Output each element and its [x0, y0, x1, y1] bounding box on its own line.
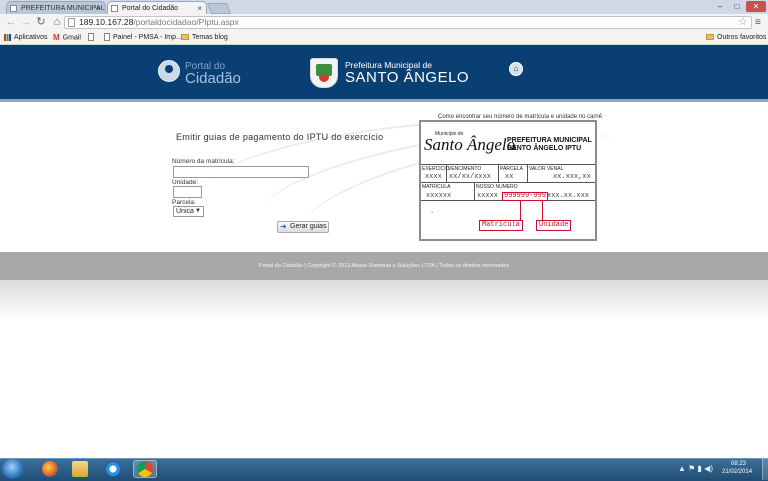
site-header: Portal do Cidadão Prefeitura Municipal d…	[0, 45, 768, 102]
apps-grid-icon	[4, 33, 11, 41]
tab-label: PREFEITURA MUNICIPAL	[21, 5, 105, 12]
clock-time[interactable]: 08:23	[731, 461, 746, 468]
bookmark-label: Outros favoritos	[717, 34, 767, 41]
taskbar-firefox[interactable]	[38, 460, 62, 478]
reload-icon[interactable]: ↻	[34, 14, 48, 31]
parcela-select[interactable]: Única ▼	[173, 206, 204, 217]
carne-divider	[527, 164, 528, 182]
footer-gradient	[0, 280, 768, 320]
bookmark-star-icon[interactable]: ☆	[738, 15, 748, 28]
gerar-guias-button[interactable]: ➜ Gerar guias	[277, 221, 329, 233]
callout-unidade: Unidade	[536, 220, 572, 231]
page-favicon-icon	[111, 5, 118, 12]
parcela-label: Parcela:	[172, 199, 196, 206]
ie-icon	[105, 461, 121, 477]
carne-parcela-label: PARCELA	[500, 166, 523, 172]
back-arrow-icon[interactable]: ←	[4, 14, 18, 31]
carne-prefeitura-line2: SANTO ÂNGELO IPTU	[507, 145, 582, 152]
close-window-button[interactable]: ✕	[746, 1, 766, 12]
carne-vencimento-value: xx/xx/xxxx	[449, 173, 492, 181]
taskbar-explorer[interactable]	[68, 460, 92, 478]
gmail-icon: M	[53, 33, 60, 42]
callout-matricula: Matrícula	[479, 220, 523, 231]
menu-icon[interactable]: ≡	[755, 14, 761, 31]
explorer-folder-icon	[72, 461, 88, 477]
new-tab-button[interactable]	[206, 3, 232, 14]
carne-nosso-numero-prefix: xxxxx	[477, 192, 499, 200]
page-viewport: Portal do Cidadão Prefeitura Municipal d…	[0, 45, 768, 458]
folder-icon	[181, 34, 189, 41]
taskbar-chrome[interactable]	[133, 460, 157, 478]
bookmark-label: Aplicativos	[14, 34, 48, 41]
carne-exercicio-value: xxxx	[425, 173, 442, 181]
bookmark-painel[interactable]	[88, 31, 97, 44]
bookmark-label: Painel - PMSA - Imp...	[113, 34, 182, 41]
carne-example-image: Município de Santo Ângelo PREFEITURA MUN…	[419, 120, 597, 241]
tab-portal-cidadao[interactable]: Portal do Cidadão ×	[107, 1, 207, 14]
parcela-selected-value: Única	[176, 208, 194, 215]
form-title: Emitir guias de pagamento do IPTU do exe…	[176, 132, 384, 142]
carne-exercicio-label: EXERCICIO	[422, 166, 450, 172]
page-favicon-icon	[10, 5, 17, 12]
carne-matricula-label: MATRICULA	[422, 184, 451, 190]
url-path: /portaldocidadao/PIptu.aspx	[133, 17, 239, 27]
carne-nosso-numero-suffix: xxx.xx.xxx	[547, 192, 590, 200]
forward-arrow-icon[interactable]: →	[19, 14, 33, 31]
maximize-button[interactable]: □	[729, 1, 745, 12]
carne-valor-venal-label: VALOR VENAL	[529, 166, 564, 172]
address-bar[interactable]: 189.10.167.28/portaldocidadao/PIptu.aspx	[64, 16, 752, 29]
firefox-icon	[42, 461, 58, 477]
bookmark-label: Gmail	[62, 34, 81, 42]
bookmark-painel-pmsa[interactable]: Painel - PMSA - Imp...	[104, 31, 182, 44]
clock-date[interactable]: 21/02/2014	[722, 469, 752, 476]
carne-parcela-value: xx	[505, 173, 514, 181]
carne-matricula-value: xxxxxx	[426, 192, 452, 200]
unidade-label: Unidade:	[172, 179, 199, 186]
dropdown-arrow-icon: ▼	[195, 208, 201, 214]
page-icon	[88, 33, 94, 42]
start-button-icon[interactable]	[2, 459, 24, 479]
prefeitura-title: SANTO ÂNGELO	[345, 69, 470, 86]
tab-label: Portal do Cidadão	[122, 5, 179, 12]
portal-title-line2: Cidadão	[185, 70, 241, 87]
bookmark-label: Temas blog	[192, 34, 228, 41]
tab-prefeitura[interactable]: PREFEITURA MUNICIPAL ×	[6, 1, 106, 14]
carne-divider	[498, 164, 499, 182]
gerar-guias-label: Gerar guias	[290, 223, 327, 230]
carne-divider	[474, 182, 475, 200]
callout-line	[542, 200, 543, 220]
folder-icon	[706, 34, 714, 41]
tab-close-icon[interactable]: ×	[197, 2, 202, 14]
show-desktop-button[interactable]	[762, 458, 768, 480]
url-host: 189.10.167.28	[79, 17, 134, 27]
city-crest-icon	[310, 58, 338, 88]
page-icon	[104, 33, 110, 42]
taskbar-internet-explorer[interactable]	[101, 460, 125, 478]
home-button-icon[interactable]: ⌂	[509, 62, 523, 76]
carne-nosso-numero-label: NOSSO NUMERO	[476, 184, 518, 190]
bookmark-gmail[interactable]: M Gmail	[53, 31, 81, 44]
carne-divider	[421, 182, 595, 183]
bookmark-outros-favoritos[interactable]: Outros favoritos	[706, 31, 766, 44]
carne-divider	[421, 164, 595, 165]
tab-close-icon[interactable]: ×	[96, 2, 101, 14]
site-footer: Portal do Cidadão | Copyright © 2013 Aba…	[0, 252, 768, 280]
carne-dot: .	[430, 208, 435, 216]
carne-vencimento-label: VENCIMENTO	[448, 166, 482, 172]
system-tray-icons[interactable]: ▲ ⚑ ▮ ◀)	[678, 462, 718, 476]
matricula-input[interactable]	[173, 166, 309, 178]
arrow-right-icon: ➜	[280, 222, 287, 231]
bookmark-aplicativos[interactable]: Aplicativos	[4, 31, 47, 44]
callout-line	[520, 200, 521, 220]
carne-valor-venal-value: xx.xxx,xx	[553, 173, 591, 181]
unidade-input[interactable]	[173, 186, 202, 198]
chrome-icon	[137, 461, 153, 477]
page-icon	[68, 18, 75, 27]
matricula-label: Número da matrícula:	[172, 158, 235, 165]
bookmark-temas-blog[interactable]: Temas blog	[181, 31, 228, 44]
minimize-button[interactable]: –	[712, 1, 728, 12]
carne-city-name: Santo Ângelo	[424, 135, 516, 154]
home-icon[interactable]: ⌂	[50, 14, 64, 31]
portal-cidadao-logo-icon[interactable]	[158, 60, 180, 82]
